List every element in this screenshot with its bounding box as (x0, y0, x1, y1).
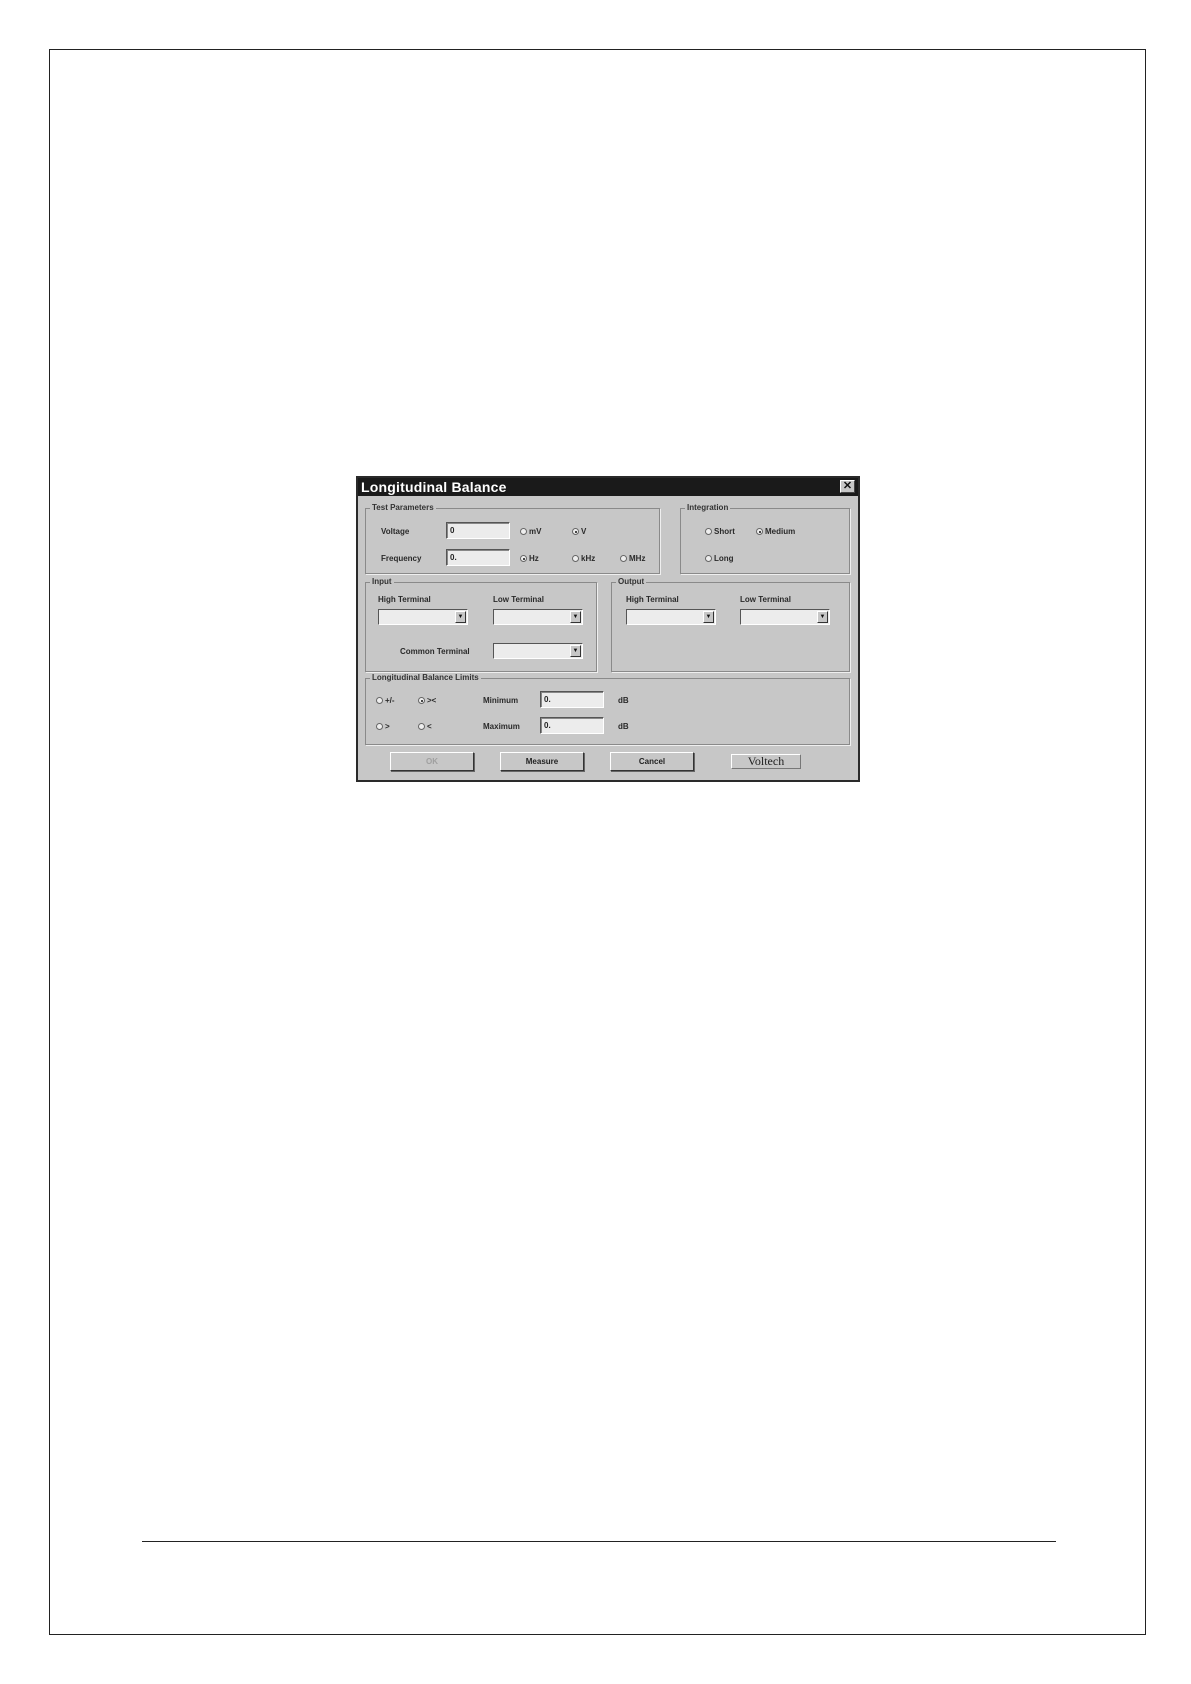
chevron-down-icon[interactable]: ▼ (570, 611, 581, 623)
footer-rule (142, 1541, 1056, 1542)
minimum-input[interactable]: 0. (540, 691, 604, 708)
maximum-input[interactable]: 0. (540, 717, 604, 734)
chevron-down-icon[interactable]: ▼ (570, 645, 581, 657)
output-label: Output (616, 577, 647, 586)
less-radio-label: < (427, 722, 432, 731)
title-bar[interactable]: Longitudinal Balance ✕ (358, 478, 858, 496)
short-radio-dot (705, 528, 712, 535)
mhz-radio-label: MHz (629, 554, 646, 563)
page-border (49, 49, 1146, 1635)
output-high-terminal-select[interactable]: ▼ (626, 609, 716, 625)
hz-radio-label: Hz (529, 554, 539, 563)
voltage-label: Voltage (381, 527, 410, 536)
frequency-input[interactable]: 0. (446, 549, 510, 566)
less-radio-dot (418, 723, 425, 730)
input-group: Input High Terminal Low Terminal ▼ ▼ Com… (365, 577, 597, 672)
input-high-terminal-label: High Terminal (378, 595, 431, 604)
voltage-input[interactable]: 0 (446, 522, 510, 539)
integration-medium-radio[interactable]: Medium (756, 527, 795, 536)
khz-radio-label: kHz (581, 554, 596, 563)
plus-minus-radio-label: +/- (385, 696, 395, 705)
plus-minus-radio-dot (376, 697, 383, 704)
voltech-logo: Voltech (731, 754, 801, 769)
input-high-terminal-select[interactable]: ▼ (378, 609, 468, 625)
integration-label: Integration (685, 503, 731, 512)
limit-greater-radio[interactable]: > (376, 722, 390, 731)
output-low-terminal-label: Low Terminal (740, 595, 791, 604)
input-low-terminal-select[interactable]: ▼ (493, 609, 583, 625)
minimum-label: Minimum (483, 696, 519, 705)
ok-button[interactable]: OK (390, 752, 474, 771)
chevron-down-icon[interactable]: ▼ (703, 611, 714, 623)
limit-outside-radio[interactable]: >< (418, 696, 436, 705)
frequency-label: Frequency (381, 554, 422, 563)
hz-radio-dot (520, 555, 527, 562)
voltage-unit-v-radio[interactable]: V (572, 527, 586, 536)
chevron-down-icon[interactable]: ▼ (455, 611, 466, 623)
outside-radio-label: >< (427, 696, 437, 705)
test-parameters-group: Test Parameters Voltage 0 mV V Frequency… (365, 503, 660, 574)
input-low-terminal-label: Low Terminal (493, 595, 544, 604)
dialog-title: Longitudinal Balance (361, 479, 507, 495)
short-radio-label: Short (714, 527, 735, 536)
greater-radio-label: > (385, 722, 390, 731)
v-radio-label: V (581, 527, 587, 536)
mv-radio-label: mV (529, 527, 542, 536)
integration-long-radio[interactable]: Long (705, 554, 734, 563)
test-parameters-label: Test Parameters (370, 503, 436, 512)
limits-group: Longitudinal Balance Limits +/- >< > < M… (365, 673, 850, 745)
integration-short-radio[interactable]: Short (705, 527, 735, 536)
input-common-terminal-select[interactable]: ▼ (493, 643, 583, 659)
greater-radio-dot (376, 723, 383, 730)
minimum-unit: dB (618, 696, 629, 705)
khz-radio-dot (572, 555, 579, 562)
long-radio-dot (705, 555, 712, 562)
mhz-radio-dot (620, 555, 627, 562)
frequency-unit-hz-radio[interactable]: Hz (520, 554, 539, 563)
output-low-terminal-select[interactable]: ▼ (740, 609, 830, 625)
close-button[interactable]: ✕ (840, 480, 855, 493)
input-label: Input (370, 577, 394, 586)
close-icon: ✕ (842, 480, 853, 492)
cancel-button[interactable]: Cancel (610, 752, 694, 771)
limits-label: Longitudinal Balance Limits (370, 673, 481, 682)
frequency-unit-khz-radio[interactable]: kHz (572, 554, 595, 563)
medium-radio-label: Medium (765, 527, 796, 536)
voltage-unit-mv-radio[interactable]: mV (520, 527, 541, 536)
measure-button[interactable]: Measure (500, 752, 584, 771)
limit-plus-minus-radio[interactable]: +/- (376, 696, 395, 705)
longitudinal-balance-dialog: Longitudinal Balance ✕ Test Parameters V… (356, 476, 860, 782)
limit-less-radio[interactable]: < (418, 722, 432, 731)
frequency-unit-mhz-radio[interactable]: MHz (620, 554, 645, 563)
output-high-terminal-label: High Terminal (626, 595, 679, 604)
output-group: Output High Terminal Low Terminal ▼ ▼ (611, 577, 850, 672)
outside-radio-dot (418, 697, 425, 704)
mv-radio-dot (520, 528, 527, 535)
chevron-down-icon[interactable]: ▼ (817, 611, 828, 623)
input-common-terminal-label: Common Terminal (400, 647, 470, 656)
medium-radio-dot (756, 528, 763, 535)
maximum-unit: dB (618, 722, 629, 731)
v-radio-dot (572, 528, 579, 535)
integration-group: Integration Short Medium Long (680, 503, 850, 574)
maximum-label: Maximum (483, 722, 520, 731)
long-radio-label: Long (714, 554, 734, 563)
